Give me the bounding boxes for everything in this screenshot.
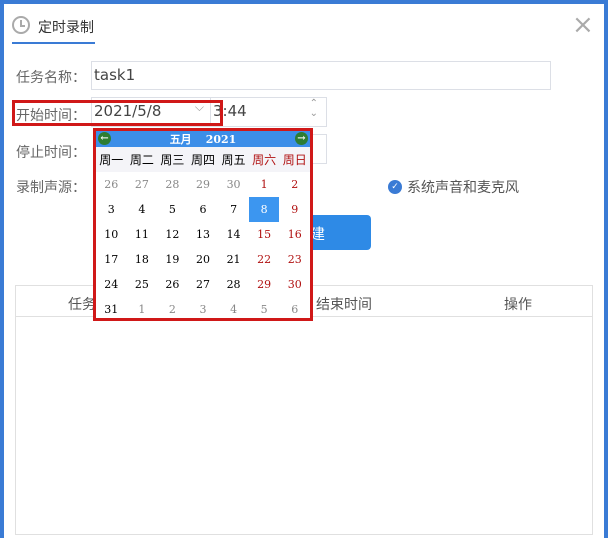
- calendar-day[interactable]: 12: [157, 222, 188, 247]
- date-picker-popup: ← 五月 2021 → 周一 周二 周三 周四 周五 周六 周日 26 27 28 29 30 1 2 3…: [93, 128, 313, 321]
- checkbox-checked-icon[interactable]: ✓: [388, 180, 402, 194]
- header-task: 任务: [68, 297, 96, 313]
- prev-month-icon[interactable]: ←: [98, 132, 111, 145]
- highlight-box: [12, 100, 223, 126]
- close-icon[interactable]: ×: [572, 10, 594, 40]
- calendar-day[interactable]: 11: [127, 222, 158, 247]
- calendar-day[interactable]: 1: [249, 172, 280, 197]
- timed-recording-dialog: 定时录制 × 任务名称： task1 开始时间： 2021/5/8 ⌵ 3:44…: [4, 4, 604, 538]
- calendar-day[interactable]: 6: [188, 197, 219, 222]
- calendar-day[interactable]: 7: [218, 197, 249, 222]
- calendar-day[interactable]: 3: [188, 297, 219, 322]
- calendar-year[interactable]: 2021: [206, 133, 237, 146]
- calendar-day[interactable]: 23: [279, 247, 310, 272]
- calendar-day[interactable]: 6: [279, 297, 310, 322]
- calendar-day[interactable]: 27: [127, 172, 158, 197]
- calendar-day[interactable]: 21: [218, 247, 249, 272]
- calendar-day[interactable]: 31: [96, 297, 127, 322]
- calendar-day[interactable]: 14: [218, 222, 249, 247]
- source-option-label: 系统声音和麦克风: [407, 180, 519, 196]
- start-time-input[interactable]: 3:44 ⌃ ⌄: [210, 97, 327, 127]
- calendar-day[interactable]: 22: [249, 247, 280, 272]
- title-underline: [12, 42, 95, 44]
- calendar-day[interactable]: 4: [218, 297, 249, 322]
- source-label: 录制声源：: [16, 180, 86, 196]
- calendar-month[interactable]: 五月: [170, 131, 192, 147]
- calendar-day[interactable]: 26: [157, 272, 188, 297]
- calendar-day[interactable]: 2: [279, 172, 310, 197]
- calendar-day[interactable]: 17: [96, 247, 127, 272]
- calendar-day[interactable]: 13: [188, 222, 219, 247]
- weekday-label: 周六: [252, 153, 277, 167]
- calendar-day[interactable]: 28: [218, 272, 249, 297]
- calendar-day[interactable]: 20: [188, 247, 219, 272]
- calendar-day[interactable]: 3: [96, 197, 127, 222]
- calendar-day[interactable]: 19: [157, 247, 188, 272]
- calendar-day[interactable]: 8: [248, 197, 280, 222]
- calendar-day[interactable]: 10: [96, 222, 127, 247]
- calendar-day[interactable]: 5: [157, 197, 188, 222]
- calendar-day[interactable]: 5: [249, 297, 280, 322]
- calendar-day[interactable]: 16: [279, 222, 310, 247]
- weekday-label: 周五: [221, 153, 246, 167]
- calendar-day[interactable]: 29: [249, 272, 280, 297]
- stop-time-label: 停止时间：: [16, 145, 86, 161]
- task-name-input[interactable]: task1: [91, 61, 551, 90]
- next-month-icon[interactable]: →: [295, 132, 308, 145]
- calendar-day[interactable]: 15: [249, 222, 280, 247]
- calendar-day[interactable]: 1: [127, 297, 158, 322]
- calendar-day[interactable]: 29: [188, 172, 219, 197]
- calendar-day[interactable]: 28: [157, 172, 188, 197]
- header-action: 操作: [504, 297, 532, 313]
- spinner-icon[interactable]: ⌃ ⌄: [310, 99, 318, 119]
- clock-icon: [12, 16, 30, 34]
- weekday-label: 周三: [160, 153, 185, 167]
- dialog-title: 定时录制: [38, 20, 94, 36]
- weekday-label: 周四: [190, 153, 215, 167]
- weekday-label: 周一: [99, 153, 124, 167]
- calendar-day[interactable]: 30: [279, 272, 310, 297]
- calendar-day[interactable]: 9: [279, 197, 310, 222]
- calendar-day[interactable]: 25: [127, 272, 158, 297]
- weekday-label: 周二: [129, 153, 154, 167]
- calendar-header: ← 五月 2021 →: [96, 131, 310, 147]
- weekday-label: 周日: [282, 153, 307, 167]
- calendar-day[interactable]: 2: [157, 297, 188, 322]
- calendar-day[interactable]: 4: [127, 197, 158, 222]
- calendar-day[interactable]: 30: [218, 172, 249, 197]
- day-grid: 26 27 28 29 30 1 2 3 4 5 6 7 8 9 10 11 12 13 14 15 16 17 18 19 2…: [96, 172, 310, 322]
- task-name-label: 任务名称：: [16, 70, 86, 86]
- task-table: 任务 结束时间 操作: [15, 285, 593, 535]
- header-end-time: 结束时间: [316, 297, 372, 313]
- weekday-row: 周一 周二 周三 周四 周五 周六 周日: [96, 147, 310, 172]
- calendar-day[interactable]: 26: [96, 172, 127, 197]
- source-option[interactable]: ✓ 系统声音和麦克风: [388, 177, 519, 197]
- calendar-day[interactable]: 18: [127, 247, 158, 272]
- calendar-day[interactable]: 27: [188, 272, 219, 297]
- calendar-day[interactable]: 24: [96, 272, 127, 297]
